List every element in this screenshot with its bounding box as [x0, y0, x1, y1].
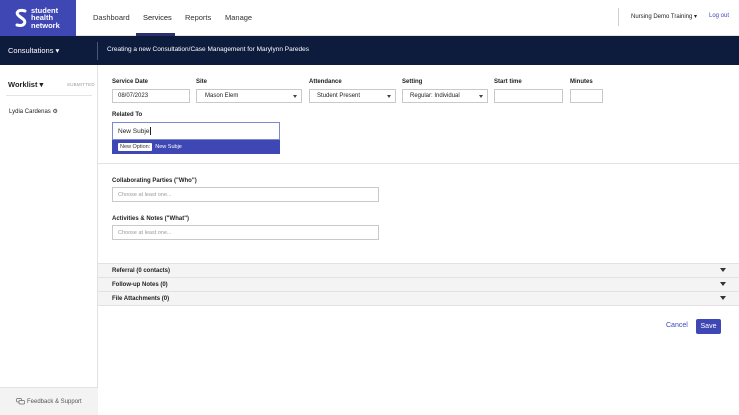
submitted-tab[interactable]: SUBMITTED	[67, 82, 95, 87]
logo-line-3: network	[31, 20, 60, 30]
chevron-down-icon	[720, 282, 726, 286]
related-to-value: New Subje	[118, 127, 150, 135]
activities-placeholder: Choose at least one...	[118, 229, 172, 236]
brand-logo[interactable]: student health network	[0, 0, 76, 36]
cancel-button[interactable]: Cancel	[666, 322, 688, 329]
new-option-text: New Subje	[155, 144, 182, 150]
activities-label: Activities & Notes ("What")	[112, 216, 190, 222]
site-label: Site	[196, 79, 208, 85]
logo-mark-icon	[15, 9, 27, 27]
site-select[interactable]: Mason Elem	[196, 89, 302, 103]
setting-label: Setting	[402, 79, 423, 85]
collaborating-input[interactable]: Choose at least one...	[112, 187, 379, 202]
sidebar-divider	[6, 95, 92, 96]
follow-up-section[interactable]: Follow-up Notes (0)	[98, 277, 739, 291]
save-button[interactable]: Save	[696, 319, 721, 334]
text-cursor	[149, 127, 151, 135]
minutes-label: Minutes	[570, 79, 593, 85]
feedback-bar[interactable]: Feedback & Support	[0, 387, 98, 415]
service-date-input[interactable]: 08/07/2023	[112, 89, 190, 103]
new-option-item[interactable]: New Option: New Subje	[112, 140, 280, 154]
subheader-divider	[97, 42, 98, 60]
section-divider	[98, 163, 739, 164]
sub-header: Consultations ▾ Creating a new Consultat…	[0, 36, 739, 65]
nav-divider	[618, 8, 619, 26]
worklist-dropdown[interactable]: Worklist ▾	[8, 80, 43, 89]
related-to-label: Related To	[112, 112, 143, 118]
nav-reports[interactable]: Reports	[185, 13, 211, 22]
page-title: Creating a new Consultation/Case Managem…	[107, 46, 309, 53]
new-option-badge: New Option:	[118, 143, 153, 151]
worklist-item[interactable]: Lydia Cardenas ⚙	[9, 108, 58, 115]
nav-manage[interactable]: Manage	[225, 13, 252, 22]
org-selector[interactable]: Nursing Demo Training ▾	[631, 13, 697, 20]
attendance-label: Attendance	[309, 79, 342, 85]
minutes-input[interactable]	[570, 89, 603, 103]
service-date-label: Service Date	[112, 79, 149, 85]
chevron-down-icon	[720, 296, 726, 300]
referral-section[interactable]: Referral (0 contacts)	[98, 263, 739, 277]
attachments-section-label: File Attachments (0)	[112, 296, 170, 302]
chat-bubbles-icon	[16, 398, 25, 405]
attachments-section[interactable]: File Attachments (0)	[98, 291, 739, 305]
follow-up-section-label: Follow-up Notes (0)	[112, 282, 168, 288]
start-time-input[interactable]	[494, 89, 563, 103]
activities-input[interactable]: Choose at least one...	[112, 225, 379, 240]
sections-bottom-divider	[98, 305, 739, 306]
section-dropdown[interactable]: Consultations ▾	[8, 46, 59, 55]
logo-text: student health network	[31, 7, 60, 30]
feedback-button[interactable]: Feedback & Support	[16, 398, 82, 405]
attendance-select[interactable]: Student Present	[309, 89, 396, 103]
referral-section-label: Referral (0 contacts)	[112, 268, 171, 274]
nav-dashboard[interactable]: Dashboard	[93, 13, 130, 22]
collaborating-placeholder: Choose at least one...	[118, 191, 172, 198]
start-time-label: Start time	[494, 79, 522, 85]
top-navigation: student health network Dashboard Service…	[0, 0, 739, 36]
chevron-down-icon	[720, 268, 726, 272]
collaborating-label: Collaborating Parties ("Who")	[112, 178, 197, 184]
sidebar: Worklist ▾ SUBMITTED Lydia Cardenas ⚙ Fe…	[0, 65, 98, 415]
feedback-label: Feedback & Support	[27, 398, 82, 405]
logout-link[interactable]: Log out	[709, 13, 729, 19]
setting-select[interactable]: Regular: Individual	[402, 89, 488, 103]
related-to-input[interactable]: New Subje	[112, 122, 280, 140]
nav-services[interactable]: Services	[143, 13, 172, 22]
